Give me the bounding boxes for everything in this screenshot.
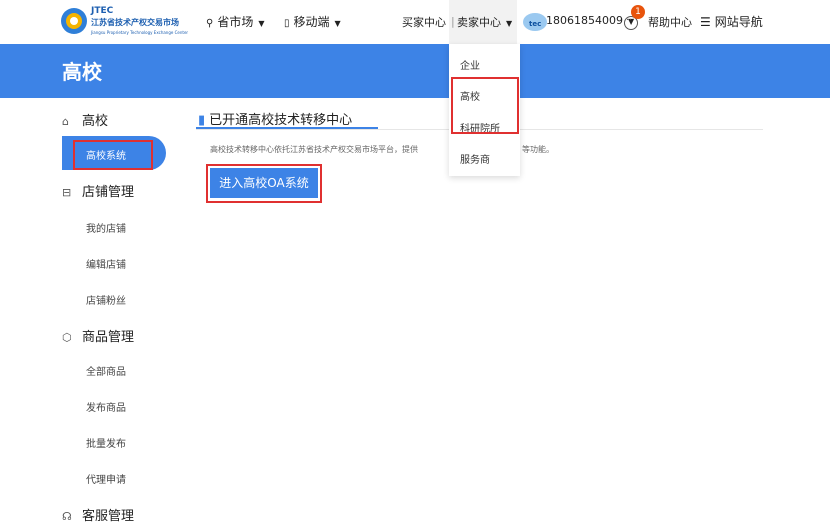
mobile-label: 移动端 bbox=[293, 15, 330, 29]
sidebar-item-edit-store[interactable]: 编辑店铺 bbox=[86, 256, 126, 271]
highlight-box-dropdown bbox=[451, 77, 519, 134]
sidebar-section-label: 商品管理 bbox=[82, 330, 135, 345]
content-title-text: 已开通高校技术转移中心 bbox=[209, 113, 353, 128]
sidebar-section-label: 店铺管理 bbox=[82, 185, 135, 200]
chevron-down-icon: ▼ bbox=[334, 19, 341, 28]
mobile-menu[interactable]: ▯ 移动端 ▼ bbox=[284, 13, 341, 30]
home-icon: ⌂ bbox=[62, 115, 69, 128]
nav-divider: | bbox=[451, 15, 455, 28]
chevron-down-icon: ▼ bbox=[506, 19, 513, 28]
headset-icon: ☊ bbox=[62, 510, 72, 523]
page-title: 高校 bbox=[62, 60, 102, 84]
highlight-box-university-system bbox=[73, 140, 153, 170]
sidebar-item-agent-apply[interactable]: 代理申请 bbox=[86, 471, 126, 486]
sidebar-section-label: 客服管理 bbox=[82, 509, 135, 524]
dropdown-item-enterprise[interactable]: 企业 bbox=[460, 57, 480, 72]
site-nav-menu[interactable]: ☰ 网站导航 bbox=[700, 13, 763, 30]
chevron-down-icon: ▼ bbox=[258, 19, 265, 28]
menu-lines-icon: ☰ bbox=[700, 15, 711, 29]
site-nav-label: 网站导航 bbox=[714, 15, 763, 29]
highlight-box-oa-button bbox=[206, 164, 322, 203]
page-banner bbox=[0, 44, 830, 98]
content-title: ▮ 已开通高校技术转移中心 bbox=[198, 109, 352, 128]
dropdown-item-service-provider[interactable]: 服务商 bbox=[460, 151, 490, 166]
logo-english: Jiangsu Proprietary Technology Exchange … bbox=[91, 30, 189, 35]
sidebar-section-store[interactable]: ⊟ 店铺管理 bbox=[62, 181, 134, 200]
sidebar-section-university[interactable]: ⌂ 高校 bbox=[62, 110, 108, 129]
top-navigation-bar: JTEC 江苏省技术产权交易市场 Jiangsu Proprietary Tec… bbox=[0, 0, 830, 44]
sidebar-item-all-products[interactable]: 全部商品 bbox=[86, 363, 126, 378]
building-icon: ▮ bbox=[198, 113, 206, 128]
logo-name: 江苏省技术产权交易市场 bbox=[91, 18, 179, 27]
sidebar-section-customer-service[interactable]: ☊ 客服管理 bbox=[62, 505, 134, 524]
seller-center-menu[interactable]: 卖家中心 ▼ bbox=[457, 14, 512, 30]
location-pin-icon: ⚲ bbox=[206, 18, 214, 29]
province-market-menu[interactable]: ⚲ 省市场 ▼ bbox=[206, 13, 265, 30]
logo-mark-icon bbox=[61, 8, 87, 34]
province-market-label: 省市场 bbox=[217, 15, 254, 29]
mobile-phone-icon: ▯ bbox=[284, 18, 290, 29]
help-center-link[interactable]: 帮助中心 bbox=[648, 14, 692, 30]
cube-icon: ⬡ bbox=[62, 331, 72, 344]
site-logo[interactable]: JTEC 江苏省技术产权交易市场 Jiangsu Proprietary Tec… bbox=[61, 6, 191, 38]
sidebar-section-label: 高校 bbox=[82, 114, 109, 129]
sidebar-item-batch-publish[interactable]: 批量发布 bbox=[86, 435, 126, 450]
description-text: 高校技术转移中心依托江苏省技术产权交易市场平台，提供 bbox=[210, 145, 418, 154]
logo-abbr: JTEC bbox=[91, 6, 114, 16]
sidebar-item-my-store[interactable]: 我的店铺 bbox=[86, 220, 126, 235]
sidebar-item-store-fans[interactable]: 店铺粉丝 bbox=[86, 292, 126, 307]
account-menu[interactable]: 18061854009 ▼ bbox=[546, 14, 634, 27]
buyer-center-link[interactable]: 买家中心 bbox=[402, 14, 446, 30]
user-avatar[interactable]: tec bbox=[523, 13, 547, 31]
sidebar-item-publish-product[interactable]: 发布商品 bbox=[86, 399, 126, 414]
notification-badge: 1 bbox=[631, 5, 645, 19]
seller-center-label: 卖家中心 bbox=[457, 16, 501, 29]
avatar-mark: tec bbox=[529, 20, 542, 28]
store-icon: ⊟ bbox=[62, 186, 72, 199]
account-number: 18061854009 bbox=[546, 14, 623, 27]
description-tail: 等功能。 bbox=[522, 145, 554, 154]
sidebar-section-products[interactable]: ⬡ 商品管理 bbox=[62, 326, 134, 345]
